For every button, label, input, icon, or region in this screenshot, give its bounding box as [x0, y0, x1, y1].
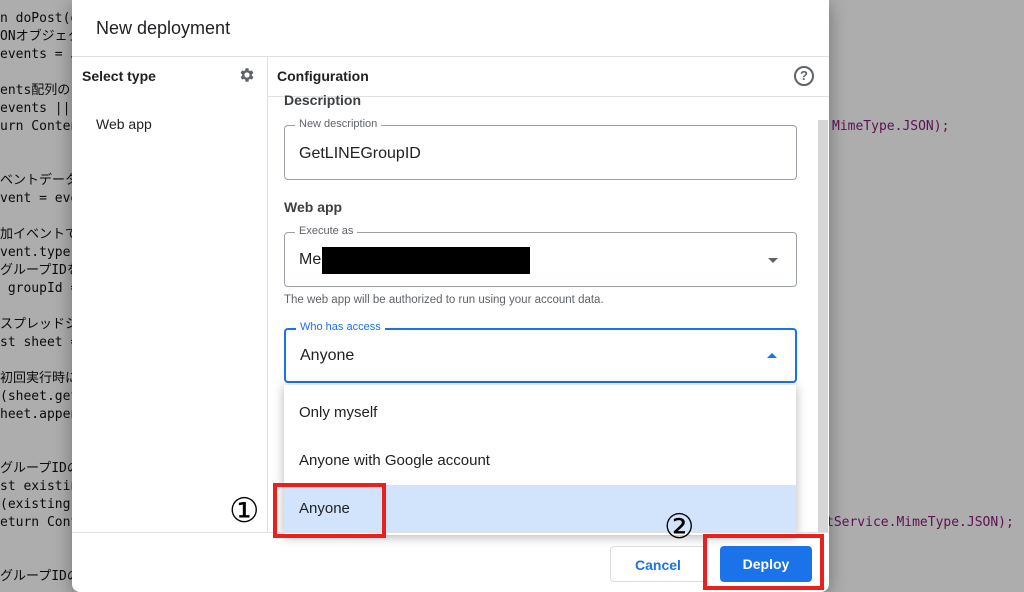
- type-item-web-app[interactable]: Web app: [96, 116, 152, 132]
- panel-divider: [267, 56, 268, 532]
- new-deployment-dialog: New deployment Select type Web app Confi…: [72, 0, 829, 592]
- gear-icon[interactable]: [238, 66, 256, 84]
- chevron-up-icon: [767, 353, 777, 358]
- description-field-label: New description: [295, 118, 382, 130]
- option-anyone-with-google-account[interactable]: Anyone with Google account: [284, 437, 796, 485]
- annotation-step-1: ①: [229, 491, 260, 531]
- config-scrollbar[interactable]: [818, 120, 828, 532]
- help-icon[interactable]: ?: [794, 66, 814, 86]
- execute-as-label: Execute as: [295, 225, 358, 237]
- execute-as-hint: The web app will be authorized to run us…: [284, 294, 604, 306]
- description-section-label: Description: [284, 92, 362, 108]
- execute-as-select[interactable]: Execute as Me: [284, 225, 797, 287]
- who-has-access-value: Anyone: [300, 347, 355, 364]
- annotation-step-2: ②: [664, 507, 695, 547]
- title-divider: [72, 56, 829, 57]
- configuration-header: Configuration: [277, 68, 369, 84]
- web-app-section-label: Web app: [284, 199, 343, 215]
- who-has-access-label: Who has access: [296, 321, 385, 333]
- footer-divider: [72, 532, 829, 533]
- description-field-value: GetLINEGroupID: [299, 145, 421, 162]
- annotation-highlight-anyone: [273, 483, 386, 538]
- annotation-highlight-deploy: [703, 534, 824, 590]
- execute-as-value: Me: [299, 251, 322, 268]
- option-label: Anyone with Google account: [299, 452, 490, 469]
- chevron-down-icon: [768, 258, 778, 263]
- cancel-button[interactable]: Cancel: [610, 546, 706, 582]
- dialog-title: New deployment: [96, 18, 231, 38]
- option-label: Only myself: [299, 404, 378, 421]
- who-has-access-select[interactable]: Who has access Anyone: [284, 321, 797, 383]
- select-type-header: Select type: [82, 68, 156, 84]
- redacted-email: [322, 247, 530, 274]
- option-only-myself[interactable]: Only myself: [284, 389, 796, 437]
- description-field[interactable]: New description GetLINEGroupID: [284, 118, 797, 180]
